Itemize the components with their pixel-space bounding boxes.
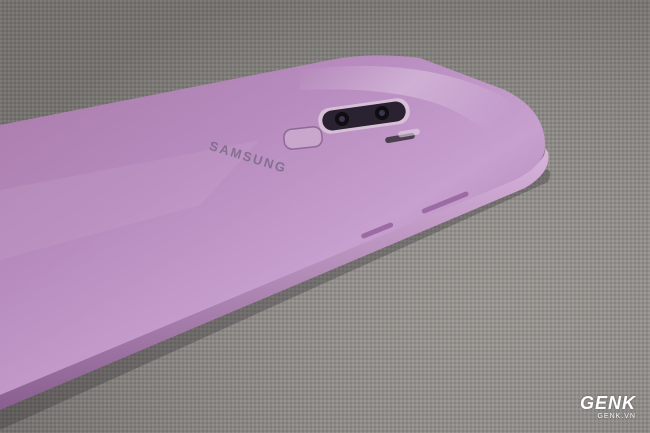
- watermark-url: GENK.VN: [597, 413, 636, 420]
- photo-scene: SAMSUNG GENK GENK.VN: [0, 0, 650, 433]
- phone-photo: [0, 0, 650, 433]
- fingerprint-sensor: [283, 126, 323, 150]
- watermark-logo: GENK: [579, 393, 636, 413]
- watermark: GENK GENK.VN: [580, 394, 636, 421]
